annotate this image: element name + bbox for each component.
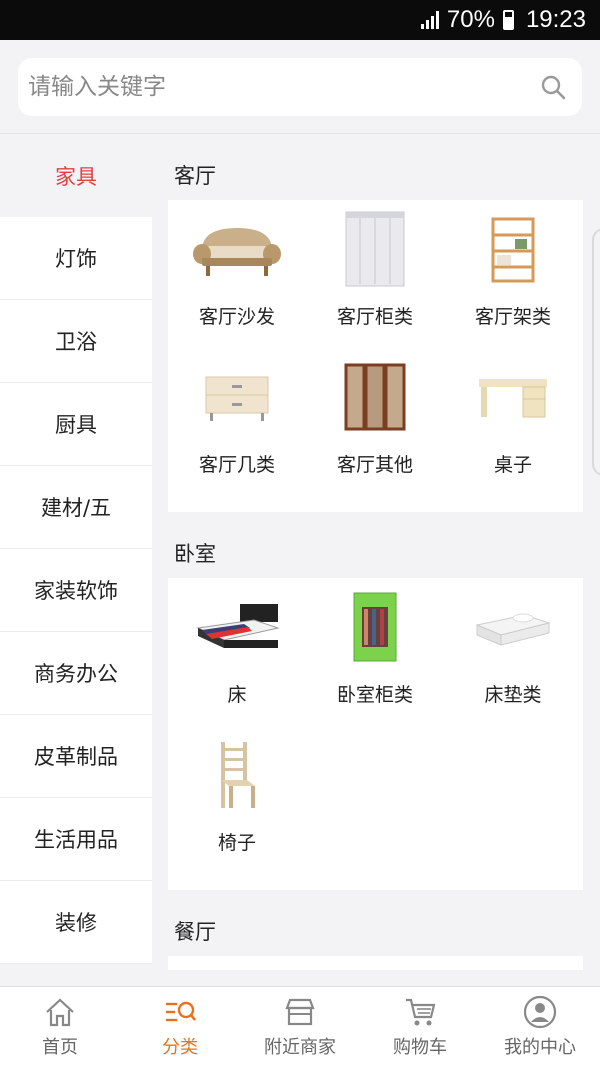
- category-sidebar: 家具 灯饰 卫浴 厨具 建材/五 家装软饰 商务办公 皮革制品 生活用品 装修: [0, 134, 152, 986]
- subcategory-living-shelf[interactable]: 客厅架类: [444, 206, 582, 354]
- subcategory-content: 客厅 客厅沙发 客厅柜类 客厅架类 客厅几类 客厅其他 桌子 卧室 床 卧室柜类…: [152, 134, 600, 970]
- subcategory-label: 客厅柜类: [336, 306, 413, 328]
- cart-icon: [406, 998, 436, 1026]
- subcategory-label: 卧室柜类: [336, 684, 413, 706]
- tab-label: 附近商家: [264, 1037, 336, 1058]
- section-title-bedroom: 卧室: [174, 542, 216, 566]
- subcategory-label: 桌子: [493, 454, 532, 476]
- subcategory-living-cabinet[interactable]: 客厅柜类: [306, 206, 444, 354]
- sidebar-item-daily-goods[interactable]: 生活用品: [0, 798, 152, 881]
- scroll-indicator: [592, 228, 600, 476]
- store-icon: [285, 998, 315, 1026]
- sidebar-item-leather[interactable]: 皮革制品: [0, 715, 152, 798]
- subcategory-label: 客厅沙发: [198, 306, 275, 328]
- battery-icon: [502, 10, 514, 30]
- tab-my-center[interactable]: 我的中心: [480, 987, 600, 1067]
- battery-percent: 70%: [446, 6, 495, 33]
- subcategory-mattress[interactable]: 床垫类: [444, 584, 582, 732]
- search-area: [0, 40, 600, 134]
- living-room-grid: 客厅沙发 客厅柜类 客厅架类 客厅几类 客厅其他 桌子: [168, 200, 583, 512]
- subcategory-label: 客厅其他: [336, 454, 413, 476]
- category-search-icon: [166, 1001, 197, 1022]
- tab-label: 分类: [162, 1037, 198, 1058]
- tab-cart[interactable]: 购物车: [360, 987, 480, 1067]
- search-box[interactable]: [18, 58, 582, 116]
- tab-category[interactable]: 分类: [120, 987, 240, 1067]
- tab-label: 购物车: [393, 1037, 447, 1058]
- sidebar-item-kitchenware[interactable]: 厨具: [0, 383, 152, 466]
- subcategory-dining-item-2[interactable]: [306, 962, 444, 970]
- sidebar-item-soft-decor[interactable]: 家装软饰: [0, 549, 152, 632]
- bed-icon: [196, 604, 280, 648]
- desk-icon: [479, 379, 547, 418]
- sidebar-item-bathroom[interactable]: 卫浴: [0, 300, 152, 383]
- mattress-icon: [475, 613, 551, 646]
- sidebar-item-lighting[interactable]: 灯饰: [0, 217, 152, 300]
- bedroom-grid: 床 卧室柜类 床垫类 椅子: [168, 578, 583, 890]
- user-icon: [523, 995, 557, 1029]
- subcategory-label: 椅子: [217, 832, 256, 854]
- cloth-wardrobe-icon: [353, 592, 397, 662]
- subcategory-living-side-table[interactable]: 客厅几类: [168, 354, 306, 502]
- chair-icon: [221, 742, 255, 808]
- bottom-tab-bar: 首页 分类 附近商家 购物车 我的中心: [0, 986, 600, 1067]
- subcategory-bed[interactable]: 床: [168, 584, 306, 732]
- wardrobe-icon: [345, 211, 405, 287]
- subcategory-label: 床: [227, 684, 247, 706]
- tab-nearby-stores[interactable]: 附近商家: [240, 987, 360, 1067]
- subcategory-label: 客厅架类: [474, 306, 551, 328]
- subcategory-dining-item-1[interactable]: [168, 962, 306, 970]
- subcategory-living-other[interactable]: 客厅其他: [306, 354, 444, 502]
- subcategory-label: 床垫类: [484, 684, 542, 706]
- folding-screen-icon: [344, 363, 406, 431]
- signal-icon: [420, 11, 439, 29]
- search-input[interactable]: [28, 74, 508, 100]
- tab-home[interactable]: 首页: [0, 987, 120, 1067]
- subcategory-dining-item-3[interactable]: [444, 962, 582, 970]
- subcategory-chair[interactable]: 椅子: [168, 732, 306, 880]
- sidebar-item-office[interactable]: 商务办公: [0, 632, 152, 715]
- home-icon: [46, 998, 74, 1027]
- subcategory-desk[interactable]: 桌子: [444, 354, 582, 502]
- shelf-icon: [491, 217, 535, 283]
- status-bar: 70% 19:23: [0, 0, 600, 40]
- dining-room-grid: [168, 956, 583, 970]
- search-icon[interactable]: [540, 74, 566, 100]
- section-title-dining-room: 餐厅: [174, 920, 216, 944]
- side-table-icon: [205, 376, 269, 421]
- sofa-icon: [193, 228, 281, 276]
- subcategory-label: 客厅几类: [198, 454, 275, 476]
- sidebar-item-furniture[interactable]: 家具: [0, 134, 152, 217]
- tab-label: 我的中心: [504, 1037, 576, 1058]
- clock: 19:23: [525, 6, 586, 33]
- tab-label: 首页: [42, 1037, 78, 1058]
- subcategory-living-sofa[interactable]: 客厅沙发: [168, 206, 306, 354]
- section-title-living-room: 客厅: [174, 164, 216, 188]
- sidebar-item-building-materials[interactable]: 建材/五: [0, 466, 152, 549]
- subcategory-bedroom-cabinet[interactable]: 卧室柜类: [306, 584, 444, 732]
- sidebar-item-renovation[interactable]: 装修: [0, 881, 152, 964]
